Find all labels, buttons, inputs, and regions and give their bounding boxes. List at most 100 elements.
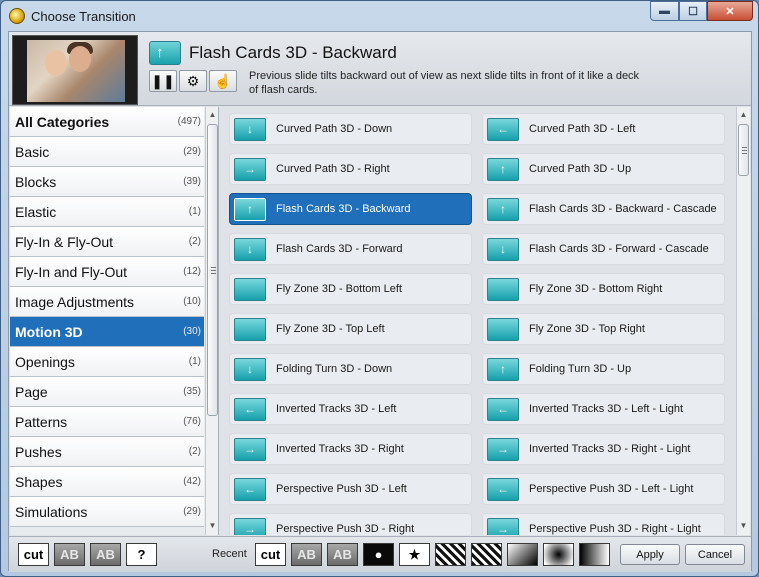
category-name: All Categories [15,113,110,130]
category-item[interactable]: Basic (29) [10,137,204,167]
transition-tile[interactable]: ↑ Curved Path 3D - Up [482,153,725,185]
grid-scrollbar[interactable]: ▲ ▼ [736,107,750,535]
recent-wipe-button[interactable] [579,543,610,566]
cut-button[interactable]: cut [18,543,49,566]
transition-label: Inverted Tracks 3D - Right [276,443,404,455]
recent-pattern2-button[interactable] [471,543,502,566]
settings-button[interactable]: ⚙ [179,70,207,92]
category-item[interactable]: Simulations (29) [10,497,204,527]
grip-icon [742,147,747,154]
window-title: Choose Transition [31,9,136,24]
recent-circle-button[interactable]: ● [363,543,394,566]
category-count: (29) [183,506,201,517]
category-item[interactable]: Shapes (42) [10,467,204,497]
category-count: (1) [188,206,201,217]
category-item[interactable]: All Categories (497) [10,107,204,137]
scroll-down-arrow-icon[interactable]: ▼ [206,519,218,533]
category-scroll-thumb[interactable] [207,124,218,416]
transition-tile[interactable]: → Curved Path 3D - Right [229,153,472,185]
category-item[interactable]: Page (35) [10,377,204,407]
footer-bar: cut AB AB? Recent cut AB AB ● ★ Apply Cancel [9,536,751,572]
pause-button[interactable]: ❚❚ [149,70,177,92]
transition-label: Fly Zone 3D - Bottom Left [276,283,402,295]
recent-cut-button[interactable]: cut [255,543,286,566]
grip-icon [211,267,216,274]
category-item[interactable]: Motion 3D (30) [10,317,204,347]
category-name: Patterns [15,413,68,430]
transition-tile[interactable]: Fly Zone 3D - Top Right [482,313,725,345]
transition-label: Perspective Push 3D - Left - Light [529,483,694,495]
transition-tile[interactable]: Fly Zone 3D - Bottom Left [229,273,472,305]
scroll-up-arrow-icon[interactable]: ▲ [206,108,218,122]
category-item[interactable]: Elastic (1) [10,197,204,227]
recent-star-button[interactable]: ★ [399,543,430,566]
transition-tile[interactable]: ↓ Folding Turn 3D - Down [229,353,472,385]
category-item[interactable]: Blocks (39) [10,167,204,197]
recent-radial-button[interactable] [543,543,574,566]
category-item[interactable]: Fly-In & Fly-Out (2) [10,227,204,257]
category-item[interactable]: Openings (1) [10,347,204,377]
transition-tile[interactable]: ← Perspective Push 3D - Left [229,473,472,505]
category-item[interactable]: Image Adjustments (10) [10,287,204,317]
category-count: (2) [188,446,201,457]
crossfade-button[interactable]: AB [54,543,85,566]
grid-scroll-thumb[interactable] [738,124,749,176]
transition-label: Perspective Push 3D - Right - Light [529,523,701,535]
transition-label: Fly Zone 3D - Top Left [276,323,385,335]
transition-tile[interactable]: Fly Zone 3D - Top Left [229,313,472,345]
transition-thumbnail-icon: → [234,437,266,461]
recent-crossfade-button[interactable]: AB [291,543,322,566]
maximize-button[interactable]: ☐ [679,1,707,21]
category-item[interactable]: Fly-In and Fly-Out (12) [10,257,204,287]
transition-thumbnail-icon: → [487,517,519,535]
scroll-down-arrow-icon[interactable]: ▼ [737,519,750,533]
transition-tile[interactable]: → Inverted Tracks 3D - Right [229,433,472,465]
transition-tile[interactable]: ↑ Folding Turn 3D - Up [482,353,725,385]
transition-label: Fly Zone 3D - Bottom Right [529,283,663,295]
transition-label: Perspective Push 3D - Left [276,483,407,495]
app-icon [9,8,25,24]
category-name: Fly-In and Fly-Out [15,263,128,280]
transition-tile[interactable]: ↓ Flash Cards 3D - Forward [229,233,472,265]
transition-thumbnail-icon: ← [234,477,266,501]
transition-tile[interactable]: → Perspective Push 3D - Right [229,513,472,535]
close-button[interactable]: ✕ [707,1,753,21]
transition-label: Perspective Push 3D - Right [276,523,415,535]
transition-thumbnail-icon [234,317,266,341]
preview-figure-2 [69,46,91,72]
transition-tile[interactable]: ← Inverted Tracks 3D - Left - Light [482,393,725,425]
transition-tile[interactable]: → Inverted Tracks 3D - Right - Light [482,433,725,465]
transition-tile[interactable]: ← Inverted Tracks 3D - Left [229,393,472,425]
random-button[interactable]: ? [126,543,157,566]
transition-thumbnail-icon: ← [234,397,266,421]
dissolve-button[interactable]: AB [90,543,121,566]
category-name: Page [15,383,48,400]
scroll-up-arrow-icon[interactable]: ▲ [737,108,750,122]
transition-tile[interactable]: ↓ Curved Path 3D - Down [229,113,472,145]
apply-button[interactable]: Apply [620,544,680,565]
transition-tile[interactable]: → Perspective Push 3D - Right - Light [482,513,725,535]
recent-gradient-button[interactable] [507,543,538,566]
recent-pattern-button[interactable] [435,543,466,566]
title-bar[interactable]: Choose Transition ▬ ☐ ✕ [1,1,758,31]
transition-thumbnail-icon: ← [487,117,519,141]
transition-tile[interactable]: ↑ Flash Cards 3D - Backward [229,193,472,225]
transition-tile[interactable]: ↑ Flash Cards 3D - Backward - Cascade [482,193,725,225]
transition-thumbnail-icon: ↓ [234,237,266,261]
category-scrollbar[interactable]: ▲ ▼ [205,107,218,535]
recent-dissolve-button[interactable]: AB [327,543,358,566]
cancel-button[interactable]: Cancel [685,544,745,565]
transition-tile[interactable]: ← Perspective Push 3D - Left - Light [482,473,725,505]
minimize-button[interactable]: ▬ [650,1,679,21]
category-item[interactable]: Patterns (76) [10,407,204,437]
transition-tile[interactable]: ↓ Flash Cards 3D - Forward - Cascade [482,233,725,265]
preview-thumbnail[interactable] [12,35,138,105]
category-item[interactable]: Pushes (2) [10,437,204,467]
pointer-button[interactable]: ☝ [209,70,237,92]
transition-tile[interactable]: ← Curved Path 3D - Left [482,113,725,145]
transition-tile[interactable]: Fly Zone 3D - Bottom Right [482,273,725,305]
recent-label: Recent [212,548,247,560]
client-area: Flash Cards 3D - Backward ❚❚ ⚙ ☝ Previou… [8,31,752,572]
category-count: (30) [183,326,201,337]
category-name: Image Adjustments [15,293,135,310]
